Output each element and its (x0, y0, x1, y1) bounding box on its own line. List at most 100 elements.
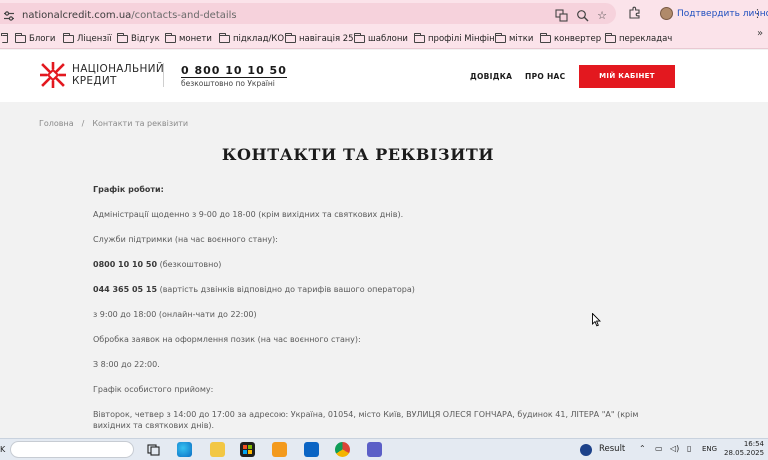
clock[interactable]: 16:54 28.05.2025 (724, 440, 764, 458)
folder-icon (605, 32, 616, 43)
reception-line-1: Вівторок, четвер з 14:00 до 17:00 за адр… (93, 410, 639, 419)
browser-toolbar: nationalcredit.com.ua/contacts-and-detai… (0, 0, 768, 27)
phone-number[interactable]: 0800 10 10 50 (93, 260, 157, 269)
folder-icon (495, 32, 506, 43)
support-phone-free: 0800 10 10 50 (безкоштовно) (93, 259, 221, 270)
network-icon[interactable]: ▭ (655, 444, 663, 453)
bookmark-item[interactable]: перекладач (605, 32, 672, 45)
language-indicator[interactable]: ENG (702, 445, 717, 453)
folder-icon (414, 32, 425, 43)
bookmarks-overflow-icon[interactable]: » (757, 28, 763, 39)
folder-icon (354, 32, 365, 43)
reception-heading: Графік особистого прийому: (93, 385, 214, 394)
bookmark-label: профілі Мінфін (428, 33, 495, 44)
translate-icon[interactable] (554, 9, 568, 23)
store-icon[interactable] (240, 442, 255, 457)
folder-icon (540, 32, 551, 43)
extensions-icon[interactable] (627, 6, 641, 20)
phone-note: (вартість дзвінків відповідно до тарифів… (157, 285, 415, 294)
folder-icon (117, 32, 128, 43)
site-header: НАЦІОНАЛЬНИЙ КРЕДИТ 0 800 10 10 50 безко… (0, 50, 768, 102)
logo-line1: НАЦІОНАЛЬНИЙ (72, 63, 164, 75)
hotline-note: безкоштовно по Україні (181, 79, 275, 88)
outlook-icon[interactable] (304, 442, 319, 457)
bookmark-label: Ліцензії (77, 33, 112, 44)
my-cabinet-button[interactable]: МІЙ КАБІНЕТ (579, 65, 675, 88)
breadcrumb-home[interactable]: Головна (39, 119, 74, 128)
bookmark-item[interactable]: підклад/КО (219, 32, 284, 45)
folder-icon (1, 32, 8, 43)
clock-time: 16:54 (743, 440, 764, 448)
bookmark-item[interactable]: Ліцензії (63, 32, 112, 45)
edge-icon[interactable] (177, 442, 192, 457)
bookmark-label: шаблони (368, 33, 408, 44)
phone-number[interactable]: 044 365 05 15 (93, 285, 157, 294)
hotline-phone[interactable]: 0 800 10 10 50 (181, 64, 287, 78)
support-phone-paid: 044 365 05 15 (вартість дзвінків відпові… (93, 284, 415, 295)
teams-icon[interactable] (367, 442, 382, 457)
browser-menu-icon[interactable]: ⋮ (752, 7, 763, 20)
bookmark-item[interactable] (1, 32, 8, 45)
loans-hours: З 8:00 до 22:00. (93, 360, 160, 369)
taskbar-left-text: K (0, 445, 6, 454)
task-view-icon[interactable] (146, 442, 161, 457)
schedule-heading: Графік роботи: (93, 185, 164, 194)
bookmark-item[interactable]: конвертер (540, 32, 601, 45)
bookmark-label: перекладач (619, 33, 673, 44)
battery-icon[interactable]: ▯ (687, 444, 691, 453)
tray-overflow-icon[interactable]: ⌃ (639, 444, 646, 453)
breadcrumb-current: Контакти та реквізити (92, 119, 189, 128)
logo-text[interactable]: НАЦІОНАЛЬНИЙ КРЕДИТ (72, 63, 164, 87)
site-info-icon[interactable] (3, 10, 15, 22)
bookmark-item[interactable]: навігація 25 (285, 32, 354, 45)
admin-hours: Адміністрації щоденно з 9-00 до 18-00 (к… (93, 210, 404, 219)
nav-about-link[interactable]: ПРО НАС (525, 72, 565, 81)
folder-icon (165, 32, 176, 43)
url-text[interactable]: nationalcredit.com.ua/contacts-and-detai… (22, 10, 237, 21)
taskbar: K Result ⌃ ▭ ◁) ▯ ENG 16:54 28.05.2025 (0, 438, 768, 460)
bookmark-item[interactable]: профілі Мінфін (414, 32, 495, 45)
bookmark-item[interactable]: шаблони (354, 32, 408, 45)
avatar (660, 7, 673, 20)
breadcrumb-separator: / (81, 119, 85, 128)
folder-icon (15, 32, 26, 43)
support-hours: з 9:00 до 18:00 (онлайн-чати до 22:00) (93, 310, 257, 319)
folder-icon (219, 32, 230, 43)
news-icon[interactable] (580, 444, 592, 456)
logo-icon[interactable] (40, 62, 66, 88)
folder-icon (285, 32, 296, 43)
bookmark-star-icon[interactable]: ☆ (595, 9, 609, 23)
bookmark-label: монети (179, 33, 212, 44)
bookmark-label: підклад/КО (233, 33, 285, 44)
bookmarks-bar: Блоги Ліцензії Відгук монети підклад/КО … (0, 27, 768, 49)
url-path: /contacts-and-details (131, 10, 237, 21)
file-explorer-icon[interactable] (210, 442, 225, 457)
volume-icon[interactable]: ◁) (670, 444, 679, 453)
bookmark-item[interactable]: мітки (495, 32, 533, 45)
bookmark-item[interactable]: монети (165, 32, 212, 45)
folder-icon (63, 32, 74, 43)
address-bar[interactable]: nationalcredit.com.ua/contacts-and-detai… (0, 3, 616, 24)
page-title: КОНТАКТИ ТА РЕКВІЗИТИ (221, 145, 495, 164)
chrome-icon[interactable] (335, 442, 350, 457)
mouse-cursor-icon (592, 313, 601, 327)
reception-line-2: вихідних та святкових днів). (93, 421, 215, 430)
phone-note: (безкоштовно) (157, 260, 222, 269)
news-widget-label[interactable]: Result (599, 444, 625, 454)
taskbar-search[interactable] (10, 441, 134, 458)
bookmark-item[interactable]: Блоги (15, 32, 55, 45)
clock-date: 28.05.2025 (724, 449, 765, 457)
zoom-icon[interactable] (575, 9, 589, 23)
app-icon[interactable] (272, 442, 287, 457)
loans-heading: Обробка заявок на оформлення позик (на ч… (93, 335, 361, 344)
logo-line2: КРЕДИТ (72, 75, 117, 87)
bookmark-label: мітки (509, 33, 534, 44)
bookmark-label: Відгук (131, 33, 160, 44)
bookmark-item[interactable]: Відгук (117, 32, 160, 45)
bookmark-label: навігація 25 (299, 33, 354, 44)
header-divider (163, 63, 164, 87)
breadcrumb: Головна / Контакти та реквізити (39, 119, 188, 128)
nav-help-link[interactable]: ДОВІДКА (470, 72, 512, 81)
support-heading: Служби підтримки (на час воєнного стану)… (93, 235, 278, 244)
url-domain: nationalcredit.com.ua (22, 10, 132, 21)
